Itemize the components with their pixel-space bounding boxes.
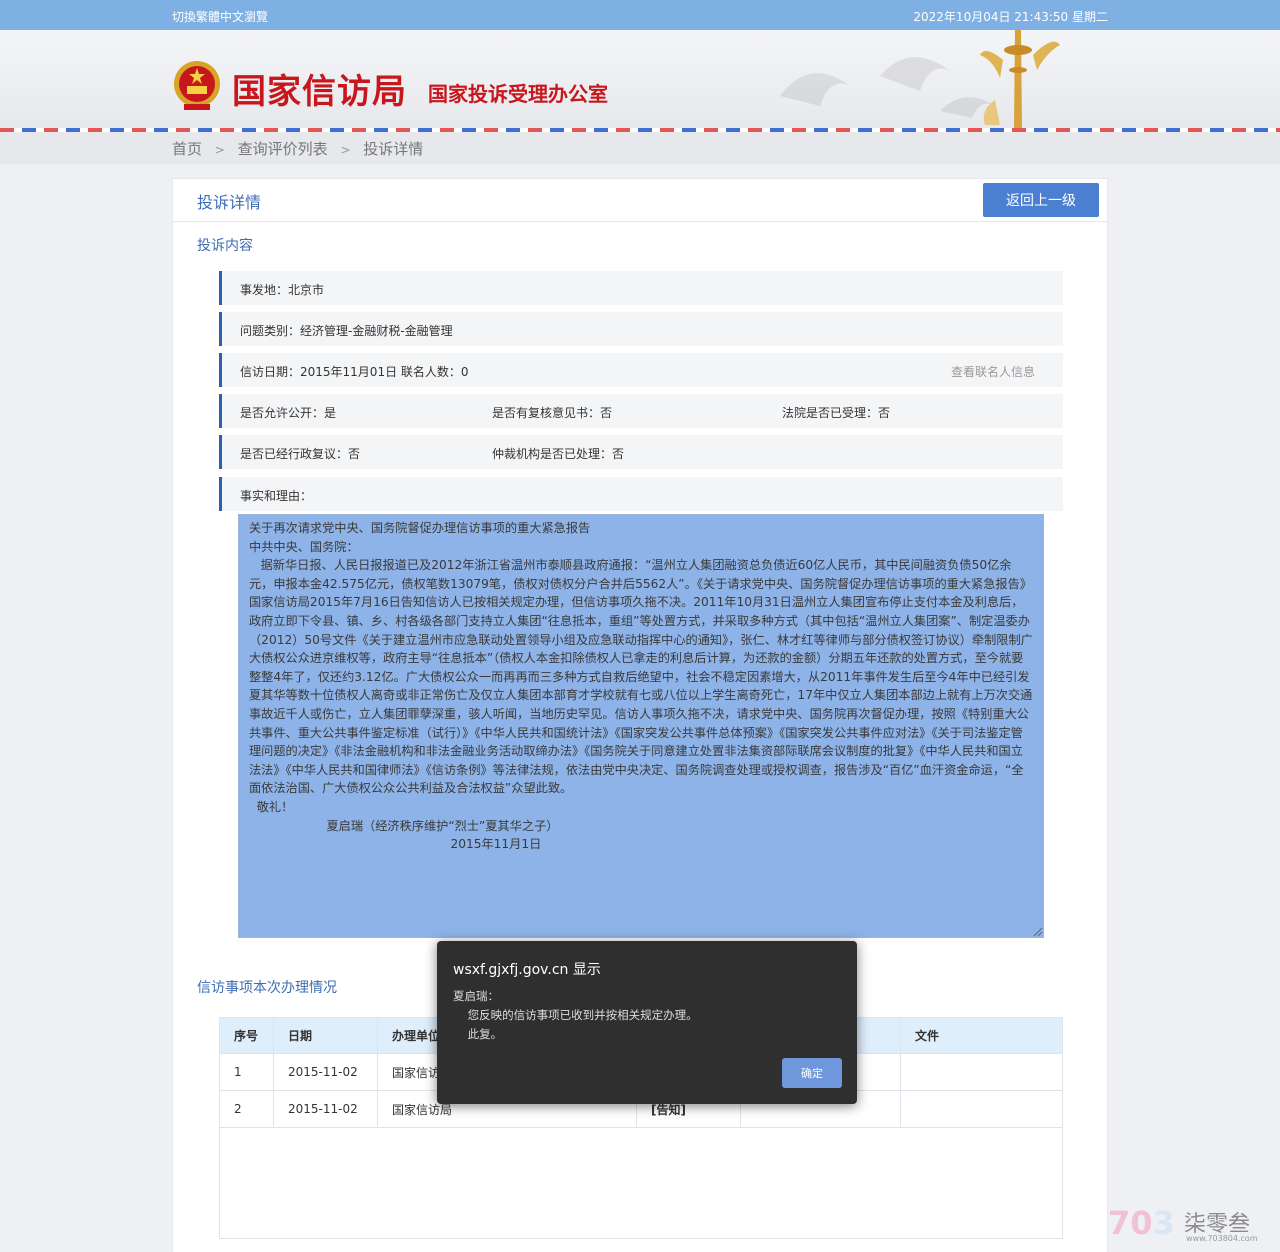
tower-icon xyxy=(980,30,1060,130)
panel-title: 投诉详情 xyxy=(197,193,262,212)
records-table-empty-area xyxy=(219,1127,1063,1239)
datetime-display: 2022年10月04日 21:43:50 星期二 xyxy=(913,10,1108,24)
detail-row-date: 信访日期：2015年11月01日 联名人数：0 查看联名人信息 xyxy=(219,353,1063,387)
facts-textarea[interactable]: 关于再次请求党中央、国务院督促办理信访事项的重大紧急报告 中共中央、国务院： 据… xyxy=(238,514,1044,938)
breadcrumb-home-link[interactable]: 首页 xyxy=(172,140,202,158)
breadcrumb-separator: > xyxy=(340,143,351,157)
breadcrumb: 首页 > 查询评价列表 > 投诉详情 xyxy=(172,138,423,159)
section-title-content: 投诉内容 xyxy=(197,238,253,254)
breadcrumb-bar: 首页 > 查询评价列表 > 投诉详情 xyxy=(0,132,1280,164)
dialog-title: wsxf.gjxfj.gov.cn 显示 xyxy=(453,962,601,978)
facts-label: 事实和理由： xyxy=(240,489,313,503)
back-button[interactable]: 返回上一级 xyxy=(983,183,1099,217)
cell-file xyxy=(900,1090,1063,1128)
detail-row-review: 是否已经行政复议：否 仲裁机构是否已处理：否 xyxy=(219,435,1063,469)
site-title: 国家信访局 xyxy=(232,72,407,112)
category-text: 问题类别：经济管理-金融财税-金融管理 xyxy=(240,324,453,338)
column-header-date: 日期 xyxy=(273,1017,378,1054)
dialog-ok-button[interactable]: 确定 xyxy=(782,1058,842,1088)
panel-divider xyxy=(173,221,1107,222)
breadcrumb-separator: > xyxy=(214,143,225,157)
location-text: 事发地：北京市 xyxy=(240,283,325,297)
doves-watermark-icon xyxy=(780,57,995,118)
court-accepted-text: 法院是否已受理：否 xyxy=(782,406,891,420)
cell-date: 2015-11-02 xyxy=(273,1090,378,1128)
detail-row-location: 事发地：北京市 xyxy=(219,271,1063,305)
breadcrumb-list-link[interactable]: 查询评价列表 xyxy=(238,140,328,158)
date-joint-text: 信访日期：2015年11月01日 联名人数：0 xyxy=(240,365,469,379)
cell-no: 2 xyxy=(219,1090,274,1128)
arbitration-text: 仲裁机构是否已处理：否 xyxy=(492,447,625,461)
cell-file xyxy=(900,1053,1063,1091)
detail-row-facts: 事实和理由： xyxy=(219,477,1063,511)
watermark-url: www.703804.com xyxy=(1186,1234,1258,1243)
top-bar: 切換繁體中文瀏覽 2022年10月04日 21:43:50 星期二 xyxy=(0,0,1280,30)
watermark-number-prefix: 70 xyxy=(1108,1204,1153,1242)
dialog-message: 夏启瑞： 您反映的信访事项已收到并按相关规定办理。 此复。 xyxy=(453,989,698,1041)
admin-review-text: 是否已经行政复议：否 xyxy=(240,447,361,461)
watermark-number-suffix: 3 xyxy=(1152,1204,1175,1242)
allow-public-text: 是否允许公开：是 xyxy=(240,406,337,420)
cell-no: 1 xyxy=(219,1053,274,1091)
corner-watermark: 703 柒零叁 www.703804.com xyxy=(1108,1204,1268,1248)
review-opinion-text: 是否有复核意见书：否 xyxy=(492,406,613,420)
section-title-records: 信访事项本次办理情况 xyxy=(197,980,337,996)
column-header-file: 文件 xyxy=(900,1017,1063,1054)
alert-dialog: wsxf.gjxfj.gov.cn 显示 夏启瑞： 您反映的信访事项已收到并按相… xyxy=(437,941,857,1104)
cell-date: 2015-11-02 xyxy=(273,1053,378,1091)
language-switch-link[interactable]: 切換繁體中文瀏覽 xyxy=(172,8,268,25)
site-header: 国家信访局 国家投诉受理办公室 xyxy=(0,30,1280,130)
site-subtitle: 国家投诉受理办公室 xyxy=(428,82,608,106)
column-header-no: 序号 xyxy=(219,1017,274,1054)
national-emblem-icon xyxy=(174,61,220,110)
detail-row-flags: 是否允许公开：是 是否有复核意见书：否 法院是否已受理：否 xyxy=(219,394,1063,428)
watermark-number: 703 xyxy=(1108,1204,1175,1242)
view-joint-signers-link[interactable]: 查看联名人信息 xyxy=(951,363,1035,380)
resize-grip-icon[interactable] xyxy=(1033,927,1043,937)
detail-row-category: 问题类别：经济管理-金融财税-金融管理 xyxy=(219,312,1063,346)
breadcrumb-current: 投诉详情 xyxy=(363,140,424,158)
